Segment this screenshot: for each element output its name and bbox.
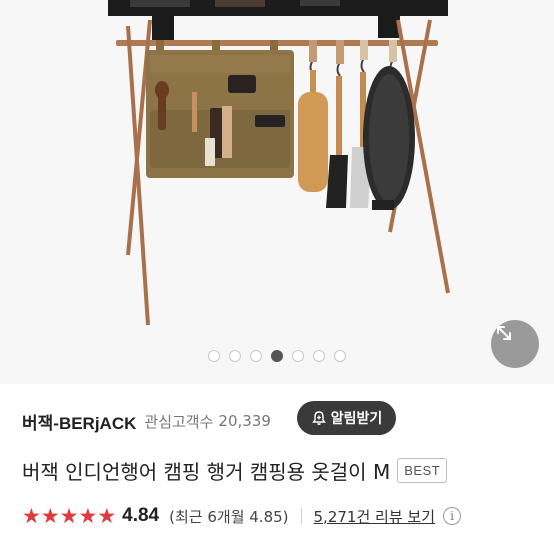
pagination-dot[interactable] <box>229 350 241 362</box>
pagination-dot[interactable] <box>208 350 220 362</box>
star-icon: ★ <box>78 503 98 528</box>
brand-name[interactable]: 버잭-BERjACK <box>22 409 136 434</box>
best-badge: BEST <box>397 457 448 483</box>
pagination-dot-active[interactable] <box>271 350 283 362</box>
rating-row: ★ ★ ★ ★ ★ 4.84 (최근 6개월 4.85) 5,271건 리뷰 보… <box>22 502 461 530</box>
pagination-dot[interactable] <box>334 350 346 362</box>
expand-arrows-icon <box>497 326 511 340</box>
product-image[interactable] <box>0 0 554 384</box>
star-icon: ★ <box>22 503 41 528</box>
interest-label: 관심고객수 <box>144 412 214 431</box>
rating-score: 4.84 <box>122 505 160 526</box>
product-title: 버잭 인디언행어 캠핑 행거 캠핑용 옷걸이 M <box>22 459 391 484</box>
star-icon: ★ <box>40 503 60 528</box>
divider <box>300 508 302 524</box>
review-link[interactable]: 5,271건 리뷰 보기 <box>314 506 435 527</box>
product-info: 버잭-BERjACK 관심고객수 20,339 알림받기 버잭 인디언행어 캠핑… <box>0 384 554 554</box>
camping-hanger-photo <box>108 0 450 326</box>
bell-plus-icon <box>311 411 326 425</box>
info-circle-icon[interactable]: i <box>443 507 461 525</box>
expand-image-button[interactable] <box>491 320 539 368</box>
star-rating: ★ ★ ★ ★ ★ <box>22 503 117 528</box>
star-icon: ★ <box>59 503 79 528</box>
interest-count: 20,339 <box>218 412 271 430</box>
alarm-button-label: 알림받기 <box>330 411 383 427</box>
product-title-row: 버잭 인디언행어 캠핑 행거 캠핑용 옷걸이 M BEST <box>22 454 448 486</box>
recent-rating: (최근 6개월 4.85) <box>169 507 289 526</box>
brand-row: 버잭-BERjACK 관심고객수 20,339 <box>22 404 271 438</box>
alarm-subscribe-button[interactable]: 알림받기 <box>297 401 396 435</box>
star-icon: ★ <box>97 503 117 528</box>
pagination-dot[interactable] <box>250 350 262 362</box>
pagination-dot[interactable] <box>313 350 325 362</box>
gallery-pagination <box>0 350 554 364</box>
pagination-dot[interactable] <box>292 350 304 362</box>
